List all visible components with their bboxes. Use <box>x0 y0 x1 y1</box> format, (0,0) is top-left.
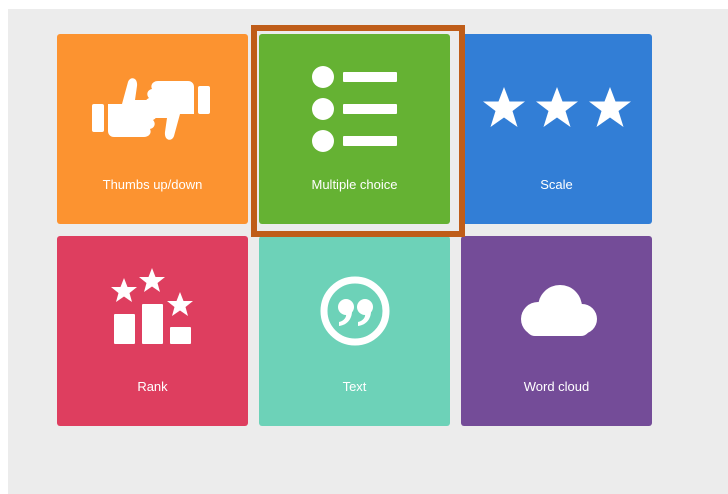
tile-label-thumbs: Thumbs up/down <box>102 177 203 192</box>
rank-tile[interactable]: Rank <box>57 236 248 426</box>
thumbs-up-down-icon <box>57 34 248 184</box>
list-icon <box>259 34 450 184</box>
tile-label-rank: Rank <box>137 379 168 394</box>
text-tile[interactable]: Text <box>259 236 450 426</box>
tile-label-multiple-choice: Multiple choice <box>311 177 398 192</box>
stars-icon <box>461 34 652 184</box>
quote-icon <box>259 236 450 386</box>
multiple-choice-tile[interactable]: Multiple choice <box>259 34 450 224</box>
thumbs-up-down-tile[interactable]: Thumbs up/down <box>57 34 248 224</box>
scale-tile[interactable]: Scale <box>461 34 652 224</box>
rank-podium-icon <box>57 236 248 386</box>
tile-label-text: Text <box>342 379 367 394</box>
cloud-icon <box>461 236 652 386</box>
tile-label-scale: Scale <box>540 177 573 192</box>
word-cloud-tile[interactable]: Word cloud <box>461 236 652 426</box>
tile-label-word-cloud: Word cloud <box>523 379 590 394</box>
